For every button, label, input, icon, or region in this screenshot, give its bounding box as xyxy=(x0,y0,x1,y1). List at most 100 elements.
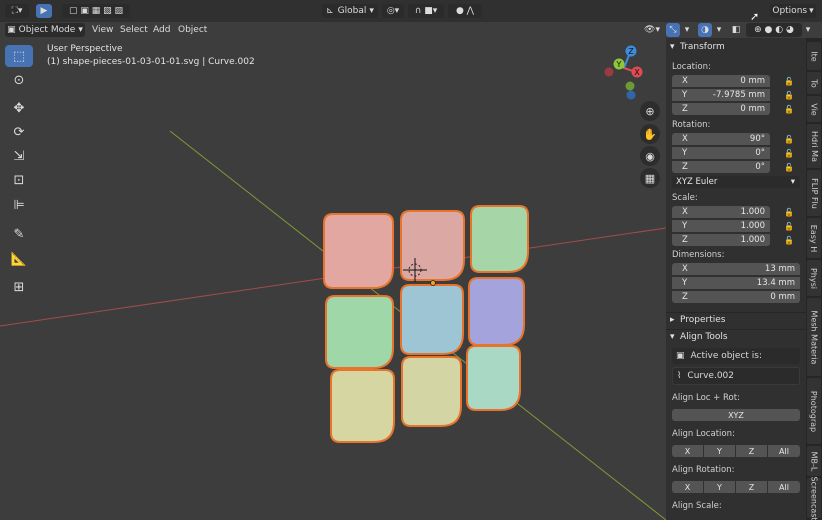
lock-icon[interactable]: 🔓 xyxy=(784,235,794,245)
move-tool-icon[interactable]: ✥ xyxy=(5,97,33,119)
dimensions-x-field[interactable]: X 13 mm xyxy=(672,263,800,275)
align-tool-icon[interactable]: ⊫ xyxy=(5,194,33,216)
curve-tile[interactable] xyxy=(330,369,395,443)
curve-tile[interactable] xyxy=(470,205,529,273)
dimensions-y-field[interactable]: Y 13.4 mm xyxy=(672,277,800,289)
transform-tool-icon[interactable]: ⊡ xyxy=(5,169,33,191)
align-location-z-button[interactable]: Z xyxy=(736,445,767,457)
sidebar-tab[interactable]: Screencast xyxy=(807,476,821,520)
menu-object[interactable]: Object xyxy=(178,23,207,37)
location-y-field[interactable]: Y -7.9785 mm xyxy=(672,89,770,101)
sidebar-tab[interactable]: Photograp xyxy=(807,378,821,444)
camera-icon[interactable]: ◉ xyxy=(640,146,660,166)
scale-x-field[interactable]: X 1.000 xyxy=(672,206,770,218)
location-x-field[interactable]: X0 mm xyxy=(672,75,770,87)
zoom-icon[interactable]: ⊕ xyxy=(640,101,660,121)
rotation-x-field[interactable]: X 90° xyxy=(672,133,770,145)
rotation-y-field[interactable]: Y 0° xyxy=(672,147,770,159)
lock-icon[interactable]: 🔓 xyxy=(784,90,794,100)
overlay-dropdown[interactable]: ▾ xyxy=(714,23,724,37)
transform-section-header[interactable]: ▾ Transform xyxy=(666,40,806,54)
svg-text:Z: Z xyxy=(628,47,634,56)
sidebar-tab[interactable]: FLIP Flu xyxy=(807,170,821,216)
viewport-header: ▣ Object Mode ▾ View Select Add Object 👁▾ … xyxy=(0,22,822,38)
properties-section-header[interactable]: ▸ Properties xyxy=(666,312,806,326)
lock-icon[interactable]: 🔓 xyxy=(784,104,794,114)
sidebar-tab[interactable]: Physi xyxy=(807,260,821,296)
sidebar-tab[interactable]: Ite xyxy=(807,42,821,70)
select-tool-icon[interactable]: ⬚ xyxy=(5,45,33,67)
curve-tile[interactable] xyxy=(400,284,464,355)
visibility-dropdown[interactable]: 👁▾ xyxy=(640,23,664,37)
mode-dropdown[interactable]: ▣ Object Mode ▾ xyxy=(5,23,85,37)
menu-view[interactable]: View xyxy=(92,23,113,37)
align-rotation-all-button[interactable]: All xyxy=(768,481,800,493)
active-object-field[interactable]: ⌇ Curve.002 xyxy=(672,367,800,385)
dimensions-z-field[interactable]: Z0 mm xyxy=(672,291,800,303)
xray-toggle[interactable]: ◧ xyxy=(730,23,742,37)
align-location-all-button[interactable]: All xyxy=(768,445,800,457)
chevron-down-icon: ▾ xyxy=(805,25,811,35)
lock-icon[interactable]: 🔓 xyxy=(784,207,794,217)
sidebar-tab[interactable]: To xyxy=(807,72,821,94)
add-cube-tool-icon[interactable]: ⊞ xyxy=(5,276,33,298)
menu-add[interactable]: Add xyxy=(153,23,170,37)
sidebar-tab[interactable]: Vie xyxy=(807,96,821,122)
hand-pan-icon[interactable]: ✋ xyxy=(640,124,660,144)
shading-dropdown[interactable]: ▾ xyxy=(803,23,813,37)
rotation-z-field[interactable]: Z 0° xyxy=(672,161,770,173)
lock-icon[interactable]: 🔓 xyxy=(784,221,794,231)
lock-icon[interactable]: 🔓 xyxy=(784,76,794,86)
chevron-down-icon: ▾ xyxy=(809,6,814,16)
navigation-gizmo[interactable]: Z Y X xyxy=(598,42,662,106)
orientation-dropdown[interactable]: ⊾ Global ▾ xyxy=(322,4,378,18)
sidebar-tab[interactable]: MB-L xyxy=(807,446,821,476)
align-rotation-z-button[interactable]: Z xyxy=(736,481,767,493)
cursor-tool-icon[interactable]: ⊙ xyxy=(5,69,33,91)
scale-tool-icon[interactable]: ⇲ xyxy=(5,145,33,167)
sidebar-tab[interactable]: Mesh Materia xyxy=(807,298,821,376)
curve-tile[interactable] xyxy=(468,277,525,346)
select-box-tool-button[interactable]: ▶ xyxy=(36,4,52,18)
eye-icon: 👁▾ xyxy=(644,25,660,35)
grid-perspective-icon[interactable]: ▦ xyxy=(640,168,660,188)
lock-icon[interactable]: 🔓 xyxy=(784,134,794,144)
gizmo-dropdown[interactable]: ▾ xyxy=(682,23,692,37)
sidebar-tab[interactable]: Easy H xyxy=(807,218,821,258)
3d-viewport[interactable]: User Perspective (1) shape-pieces-01-03-… xyxy=(0,38,666,520)
align-location-x-button[interactable]: X xyxy=(672,445,703,457)
align-loc-rot-xyz-button[interactable]: XYZ xyxy=(672,409,800,421)
sidebar-tab[interactable]: Hdri Ma xyxy=(807,124,821,168)
scale-y-field[interactable]: Y 1.000 xyxy=(672,220,770,232)
pivot-point-dropdown[interactable]: ◎▾ xyxy=(382,4,404,18)
proportional-edit-dropdown[interactable]: ● ⋀ xyxy=(448,4,482,18)
location-z-field[interactable]: Z0 mm xyxy=(672,103,770,115)
align-location-label: Align Location: xyxy=(672,429,735,439)
curve-tile[interactable] xyxy=(323,213,394,289)
editor-type-button[interactable]: ⛶▾ xyxy=(5,4,29,18)
selection-mode-buttons[interactable]: ▢ ▣ ▦ ▧ ▨ xyxy=(62,4,130,18)
overlay-toggle[interactable]: ◑ xyxy=(698,23,712,37)
align-rotation-x-button[interactable]: X xyxy=(672,481,703,493)
shading-modes[interactable]: ⊕ ● ◐ ◕ xyxy=(746,23,802,37)
menu-select[interactable]: Select xyxy=(120,23,148,37)
align-location-y-button[interactable]: Y xyxy=(704,445,735,457)
gizmo-neg-y-icon[interactable] xyxy=(625,81,635,91)
rotate-tool-icon[interactable]: ⟳ xyxy=(5,121,33,143)
annotate-tool-icon[interactable]: ✎ xyxy=(5,223,33,245)
gizmo-neg-x-icon[interactable] xyxy=(604,67,614,77)
snap-dropdown[interactable]: ∩ ■▾ xyxy=(408,4,444,18)
measure-tool-icon[interactable]: 📐 xyxy=(5,248,33,270)
curve-tile[interactable] xyxy=(466,345,521,411)
lock-icon[interactable]: 🔓 xyxy=(784,162,794,172)
gizmo-toggle[interactable]: ⤡ xyxy=(666,23,680,37)
scale-z-field[interactable]: Z 1.000 xyxy=(672,234,770,246)
align-rotation-y-button[interactable]: Y xyxy=(704,481,735,493)
curve-tile[interactable] xyxy=(401,356,462,427)
lock-icon[interactable]: 🔓 xyxy=(784,148,794,158)
options-dropdown[interactable]: Options ▾ xyxy=(770,4,816,18)
align-tools-section-header[interactable]: ▾ Align Tools xyxy=(666,329,806,343)
curve-tile[interactable] xyxy=(325,295,394,369)
gizmo-neg-z-icon[interactable] xyxy=(626,90,636,100)
rotation-mode-dropdown[interactable]: XYZ Euler ▾ xyxy=(672,176,800,188)
